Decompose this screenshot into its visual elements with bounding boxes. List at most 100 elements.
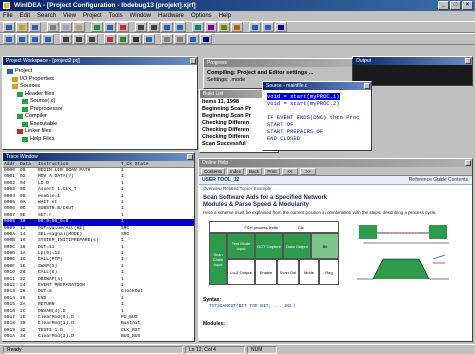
code-line[interactable]: START PREPAIRS OF xyxy=(267,128,367,135)
breakpoint-icon[interactable] xyxy=(174,22,186,32)
next-icon[interactable] xyxy=(29,34,41,44)
folder-icon xyxy=(12,76,18,82)
code-line[interactable]: START OF xyxy=(267,121,367,128)
help-index-button[interactable]: Index xyxy=(227,168,245,175)
zoom-out-icon[interactable] xyxy=(174,34,186,44)
table-cell: 36 xyxy=(19,341,37,342)
info-icon[interactable] xyxy=(200,34,212,44)
tree-item[interactable]: Linker files xyxy=(7,128,193,136)
grid-header-cell[interactable]: Addr xyxy=(3,161,19,167)
first-icon[interactable] xyxy=(3,34,15,44)
menu-file[interactable]: File xyxy=(3,13,13,19)
code-line[interactable]: IF EVENT ENDS(DNC) then Proc xyxy=(267,114,367,121)
pause-icon[interactable] xyxy=(130,34,142,44)
menu-options[interactable]: Options xyxy=(191,13,212,19)
minimize-button[interactable]: _ xyxy=(438,1,449,10)
menu-search[interactable]: Search xyxy=(37,13,56,19)
menu-tools[interactable]: Tools xyxy=(109,13,123,19)
help-toolbar: Contents Index Back Print << >> xyxy=(199,167,472,176)
save-icon[interactable] xyxy=(29,22,41,32)
tree-item[interactable]: Sources xyxy=(7,83,193,91)
trace-icon[interactable] xyxy=(231,22,243,32)
help-back-button[interactable]: Back xyxy=(246,168,263,175)
help-print-button[interactable]: Print xyxy=(264,168,281,175)
align-center-icon[interactable] xyxy=(73,34,85,44)
stop-icon[interactable] xyxy=(117,22,129,32)
window-icon[interactable] xyxy=(249,22,261,32)
menu-view[interactable]: View xyxy=(63,13,76,19)
loop-icon[interactable] xyxy=(143,34,155,44)
code-line-selected[interactable]: void = start(myPROC.1) xyxy=(267,93,340,100)
project-window-close-icon[interactable] xyxy=(190,58,196,64)
tree-item[interactable]: Header files xyxy=(7,91,193,99)
menubar: File Edit Search View Project Tools Wind… xyxy=(0,11,475,21)
tile-icon[interactable] xyxy=(262,22,274,32)
status-bar: Ready Ln 12, Col 4 NUM xyxy=(0,344,475,354)
trace-window-close-icon[interactable] xyxy=(187,154,193,160)
tree-item[interactable]: Help Files xyxy=(7,136,193,144)
help-icon[interactable] xyxy=(275,22,287,32)
tree-label: Executable xyxy=(30,120,58,127)
help-topic-nav[interactable]: Reference Guide Contents xyxy=(409,176,468,185)
code-line[interactable]: void = start(myPROC.2) xyxy=(267,100,367,107)
code-line[interactable] xyxy=(267,107,367,114)
code-window-close-icon[interactable] xyxy=(364,83,370,89)
help-topic-bar: USER TOOL_12 Reference Guide Contents xyxy=(199,176,472,185)
prev-icon[interactable] xyxy=(16,34,28,44)
align-right-icon[interactable] xyxy=(86,34,98,44)
compile-icon[interactable] xyxy=(91,22,103,32)
copy-icon[interactable] xyxy=(60,22,72,32)
tree-item[interactable]: I/O Properties xyxy=(7,76,193,84)
menu-help[interactable]: Help xyxy=(219,13,231,19)
output-window-close-icon[interactable] xyxy=(465,58,471,64)
align-left-icon[interactable] xyxy=(60,34,72,44)
tree-item[interactable]: Source(.c) xyxy=(7,98,193,106)
build-icon[interactable] xyxy=(104,22,116,32)
step-over-icon[interactable] xyxy=(148,22,160,32)
table-cell: Mode xyxy=(299,259,319,285)
play-icon[interactable] xyxy=(117,34,129,44)
grid-header-cell[interactable]: T_Ck State xyxy=(120,161,150,167)
tree-label: Compiler xyxy=(25,113,48,119)
table-row[interactable]: 001B36TEST 1.DRUN xyxy=(3,341,194,342)
close-button[interactable]: × xyxy=(462,1,473,10)
chart-icon[interactable] xyxy=(187,34,199,44)
table-header-label: Clk xyxy=(297,224,304,230)
maximize-button[interactable]: □ xyxy=(450,1,461,10)
tree-item[interactable]: Executable xyxy=(7,121,193,129)
last-icon[interactable] xyxy=(42,34,54,44)
menu-window[interactable]: Window xyxy=(130,13,151,19)
run-icon[interactable] xyxy=(161,22,173,32)
open-folder-icon[interactable] xyxy=(16,22,28,32)
trace-window-title: Trace Window xyxy=(3,153,194,161)
new-file-icon[interactable] xyxy=(3,22,15,32)
tree-label: Preprocessor xyxy=(30,105,63,112)
help-links[interactable]: Overview Related Topics Example xyxy=(199,185,472,192)
tree-label: Linker files xyxy=(25,128,52,134)
help-window-close-icon[interactable] xyxy=(465,160,471,166)
table-cell: OCT Capture xyxy=(255,233,283,259)
cut-icon[interactable] xyxy=(47,22,59,32)
tree-item[interactable]: Project xyxy=(7,68,193,76)
paste-icon[interactable] xyxy=(73,22,85,32)
grid-header-cell[interactable]: Data xyxy=(19,161,37,167)
help-contents-button[interactable]: Contents xyxy=(201,168,226,175)
step-icon[interactable] xyxy=(135,22,147,32)
status-left: Ready xyxy=(3,345,183,354)
help-next-button[interactable]: >> xyxy=(300,168,317,175)
help-prev-button[interactable]: << xyxy=(282,168,299,175)
tree-item[interactable]: Preprocessor xyxy=(7,106,193,114)
menu-edit[interactable]: Edit xyxy=(20,13,30,19)
code-editor[interactable]: void = start(myPROC.1) void = start(myPR… xyxy=(263,90,371,145)
register-icon[interactable] xyxy=(218,22,230,32)
tree-item[interactable]: Compiler xyxy=(7,113,193,121)
grid-header-cell[interactable]: Instruction xyxy=(37,161,120,167)
record-icon[interactable] xyxy=(104,34,116,44)
menu-hardware[interactable]: Hardware xyxy=(158,13,184,19)
code-line[interactable]: END CLOSED xyxy=(267,135,367,142)
zoom-in-icon[interactable] xyxy=(161,34,173,44)
menu-project[interactable]: Project xyxy=(83,13,102,19)
memory-icon[interactable] xyxy=(205,22,217,32)
progress-dialog-title: Progress xyxy=(204,59,352,67)
watch-icon[interactable] xyxy=(192,22,204,32)
